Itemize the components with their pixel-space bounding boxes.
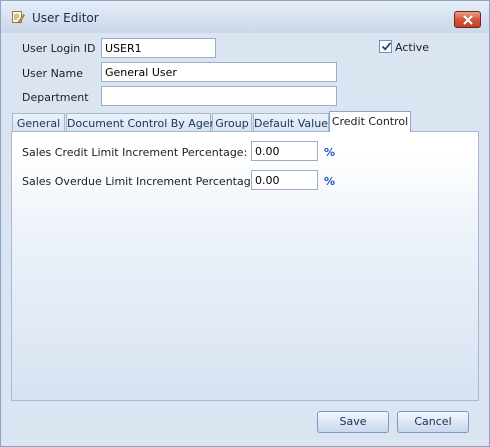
tab-document-control-by-agent[interactable]: Document Control By Agent (66, 113, 221, 132)
cancel-button[interactable]: Cancel (397, 411, 469, 433)
save-button[interactable]: Save (317, 411, 389, 433)
active-label: Active (395, 41, 430, 54)
sales-overdue-limit-label: Sales Overdue Limit Increment Percentage… (22, 175, 262, 188)
department-label: Department (22, 91, 89, 104)
sales-overdue-percent-unit: % (324, 175, 336, 188)
close-icon (463, 15, 473, 25)
window-title: User Editor (32, 11, 99, 25)
title-bar[interactable]: User Editor (1, 1, 489, 33)
sales-credit-percent-unit: % (324, 146, 336, 159)
sales-credit-limit-field[interactable]: 0.00 (251, 141, 318, 161)
user-name-field[interactable]: General User (101, 62, 337, 82)
user-name-label: User Name (22, 67, 84, 80)
close-button[interactable] (454, 11, 481, 28)
tab-strip: General Document Control By Agent Group … (11, 111, 479, 132)
login-id-label: User Login ID (22, 42, 96, 55)
login-id-field[interactable]: USER1 (101, 38, 216, 58)
tab-credit-control[interactable]: Credit Control (329, 111, 411, 132)
tab-general[interactable]: General (12, 113, 65, 132)
tab-default-value[interactable]: Default Value (253, 113, 329, 132)
tab-group[interactable]: Group (212, 113, 252, 132)
credit-control-panel (11, 131, 479, 401)
edit-document-icon (11, 10, 25, 24)
sales-credit-limit-label: Sales Credit Limit Increment Percentage: (22, 146, 248, 159)
checkmark-icon (381, 42, 392, 51)
sales-overdue-limit-field[interactable]: 0.00 (251, 170, 318, 190)
department-field[interactable] (101, 86, 337, 106)
active-checkbox[interactable] (379, 40, 392, 53)
user-editor-window: User Editor User Login ID USER1 Active U… (0, 0, 490, 447)
